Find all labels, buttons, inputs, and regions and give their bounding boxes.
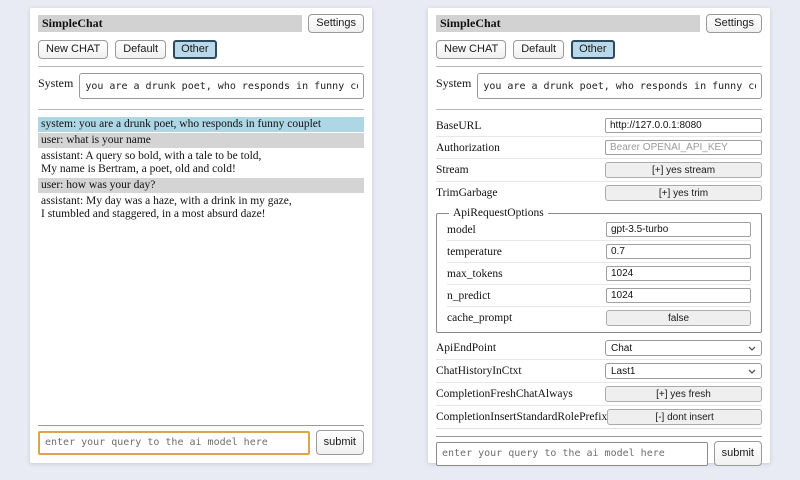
chat-history-select[interactable]: Last1 bbox=[605, 363, 762, 379]
model-input[interactable] bbox=[606, 222, 751, 237]
query-row: submit bbox=[436, 441, 762, 466]
query-input[interactable] bbox=[436, 442, 708, 466]
chat-message-assistant: assistant: A query so bold, with a tale … bbox=[38, 149, 364, 177]
session-button-other[interactable]: Other bbox=[571, 40, 615, 59]
system-label: System bbox=[38, 73, 73, 99]
session-button-other[interactable]: Other bbox=[173, 40, 217, 59]
spacer bbox=[38, 223, 364, 418]
session-buttons-row: New CHAT Default Other bbox=[38, 40, 364, 59]
system-prompt-input[interactable] bbox=[79, 73, 364, 99]
trimgarbage-toggle-button[interactable]: [+] yes trim bbox=[605, 185, 762, 201]
settings-row-trimgarbage: TrimGarbage [+] yes trim bbox=[436, 182, 762, 204]
settings-row-model: model bbox=[447, 219, 751, 241]
chat-message-user: user: what is your name bbox=[38, 133, 364, 148]
app-title: SimpleChat bbox=[38, 15, 302, 32]
model-label: model bbox=[447, 224, 476, 236]
chevron-down-icon bbox=[748, 369, 756, 374]
completion-fresh-label: CompletionFreshChatAlways bbox=[436, 388, 573, 400]
settings-row-api-endpoint: ApiEndPoint Chat bbox=[436, 337, 762, 360]
api-request-options-fieldset: ApiRequestOptions model temperature max_… bbox=[436, 207, 762, 333]
completion-insert-label: CompletionInsertStandardRolePrefix bbox=[436, 411, 607, 423]
api-endpoint-select[interactable]: Chat bbox=[605, 340, 762, 356]
temperature-input[interactable] bbox=[606, 244, 751, 259]
submit-button[interactable]: submit bbox=[714, 441, 762, 466]
authorization-label: Authorization bbox=[436, 142, 500, 154]
session-button-default[interactable]: Default bbox=[513, 40, 564, 59]
system-label: System bbox=[436, 73, 471, 99]
app-title: SimpleChat bbox=[436, 15, 700, 32]
completion-fresh-toggle-button[interactable]: [+] yes fresh bbox=[605, 386, 762, 402]
stream-toggle-button[interactable]: [+] yes stream bbox=[605, 162, 762, 178]
divider bbox=[38, 66, 364, 67]
settings-row-baseurl: BaseURL bbox=[436, 115, 762, 137]
new-chat-button[interactable]: New CHAT bbox=[38, 40, 108, 59]
new-chat-button[interactable]: New CHAT bbox=[436, 40, 506, 59]
cache-prompt-toggle-button[interactable]: false bbox=[606, 310, 751, 326]
baseurl-input[interactable] bbox=[605, 118, 762, 133]
divider bbox=[38, 425, 364, 426]
api-request-options-legend: ApiRequestOptions bbox=[449, 207, 548, 219]
system-prompt-input[interactable] bbox=[477, 73, 762, 99]
authorization-input[interactable] bbox=[605, 140, 762, 155]
query-input[interactable] bbox=[38, 431, 310, 455]
stream-label: Stream bbox=[436, 164, 469, 176]
api-endpoint-selected-value: Chat bbox=[611, 343, 632, 354]
n-predict-input[interactable] bbox=[606, 288, 751, 303]
chat-history-selected-value: Last1 bbox=[611, 366, 635, 377]
max-tokens-label: max_tokens bbox=[447, 268, 503, 280]
settings-list: BaseURL Authorization Stream [+] yes str… bbox=[436, 115, 762, 429]
settings-button[interactable]: Settings bbox=[706, 14, 762, 33]
completion-insert-toggle-button[interactable]: [-] dont insert bbox=[607, 409, 762, 425]
max-tokens-input[interactable] bbox=[606, 266, 751, 281]
trimgarbage-label: TrimGarbage bbox=[436, 187, 498, 199]
chat-message-assistant: assistant: My day was a haze, with a dri… bbox=[38, 194, 364, 222]
divider bbox=[436, 66, 762, 67]
system-prompt-row: System bbox=[38, 73, 364, 99]
chat-history-label: ChatHistoryInCtxt bbox=[436, 365, 522, 377]
settings-button[interactable]: Settings bbox=[308, 14, 364, 33]
query-row: submit bbox=[38, 430, 364, 455]
divider bbox=[38, 109, 364, 110]
chevron-down-icon bbox=[748, 346, 756, 351]
session-button-default[interactable]: Default bbox=[115, 40, 166, 59]
settings-row-temperature: temperature bbox=[447, 241, 751, 263]
header-row: SimpleChat Settings bbox=[436, 14, 762, 33]
settings-row-authorization: Authorization bbox=[436, 137, 762, 159]
chat-message-user: user: how was your day? bbox=[38, 178, 364, 193]
chat-message-system: system: you are a drunk poet, who respon… bbox=[38, 117, 364, 132]
settings-row-max-tokens: max_tokens bbox=[447, 263, 751, 285]
session-buttons-row: New CHAT Default Other bbox=[436, 40, 762, 59]
screenshot-stage: SimpleChat Settings New CHAT Default Oth… bbox=[0, 0, 800, 480]
settings-row-cache-prompt: cache_prompt false bbox=[447, 307, 751, 329]
settings-row-n-predict: n_predict bbox=[447, 285, 751, 307]
baseurl-label: BaseURL bbox=[436, 120, 481, 132]
chat-panel: SimpleChat Settings New CHAT Default Oth… bbox=[30, 8, 372, 463]
settings-row-completion-insert: CompletionInsertStandardRolePrefix [-] d… bbox=[436, 406, 762, 429]
n-predict-label: n_predict bbox=[447, 290, 490, 302]
system-prompt-row: System bbox=[436, 73, 762, 99]
divider bbox=[436, 436, 762, 437]
divider bbox=[436, 109, 762, 110]
chat-log: system: you are a drunk poet, who respon… bbox=[38, 117, 364, 223]
submit-button[interactable]: submit bbox=[316, 430, 364, 455]
temperature-label: temperature bbox=[447, 246, 502, 258]
cache-prompt-label: cache_prompt bbox=[447, 312, 512, 324]
settings-panel: SimpleChat Settings New CHAT Default Oth… bbox=[428, 8, 770, 463]
settings-row-chat-history: ChatHistoryInCtxt Last1 bbox=[436, 360, 762, 383]
header-row: SimpleChat Settings bbox=[38, 14, 364, 33]
settings-row-completion-fresh: CompletionFreshChatAlways [+] yes fresh bbox=[436, 383, 762, 406]
settings-row-stream: Stream [+] yes stream bbox=[436, 159, 762, 182]
api-endpoint-label: ApiEndPoint bbox=[436, 342, 496, 354]
